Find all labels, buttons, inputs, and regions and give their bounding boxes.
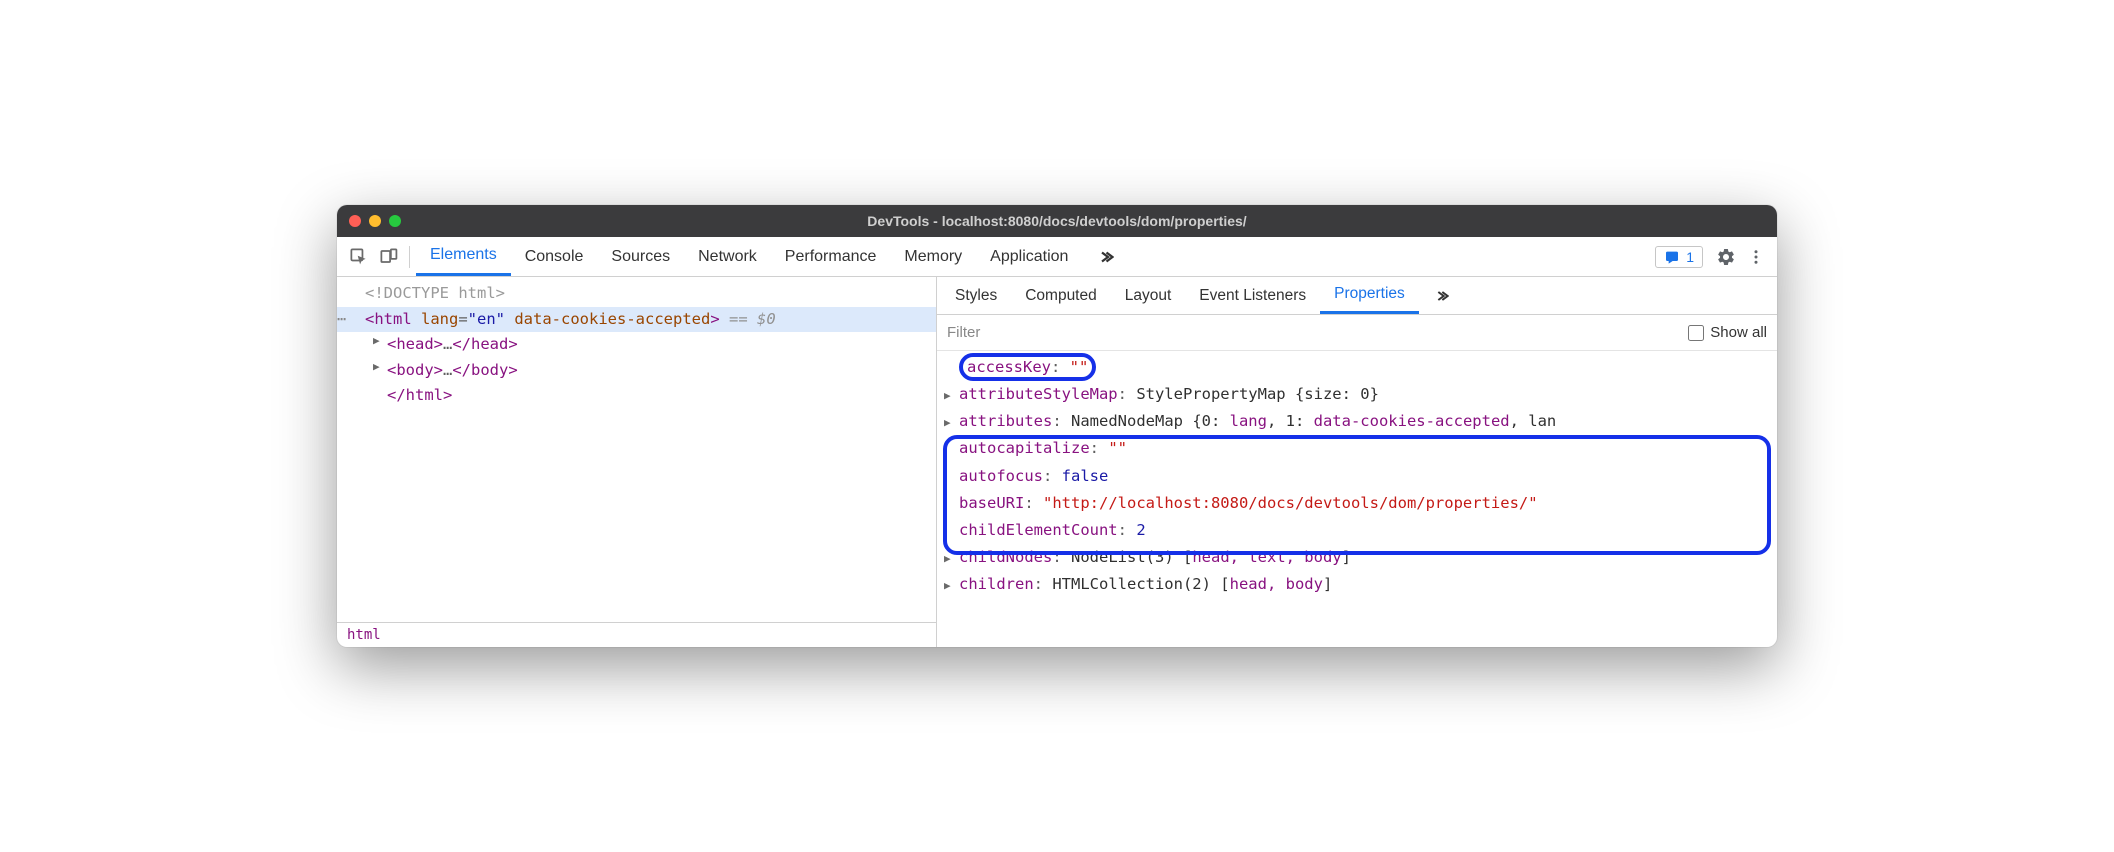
dom-doctype[interactable]: <!DOCTYPE html> [337, 281, 936, 307]
settings-icon[interactable] [1711, 242, 1741, 272]
tab-properties[interactable]: Properties [1320, 277, 1419, 314]
separator [409, 246, 410, 268]
more-sidebar-tabs-icon[interactable] [1419, 277, 1463, 314]
issues-count: 1 [1686, 249, 1694, 265]
breadcrumb[interactable]: html [337, 622, 936, 647]
issues-badge[interactable]: 1 [1655, 246, 1703, 268]
panes: <!DOCTYPE html> ⋯ <html lang="en" data-c… [337, 277, 1777, 647]
sidebar-tabs: Styles Computed Layout Event Listeners P… [937, 277, 1777, 315]
disclosure-icon[interactable]: ▶ [944, 386, 951, 405]
prop-attributestylemap[interactable]: ▶attributeStyleMap: StylePropertyMap {si… [937, 381, 1777, 408]
inspect-element-icon[interactable] [343, 242, 373, 272]
filter-row: Show all [937, 315, 1777, 351]
tab-network[interactable]: Network [684, 237, 771, 276]
tab-sources[interactable]: Sources [597, 237, 684, 276]
properties-list[interactable]: accessKey: "" ▶attributeStyleMap: StyleP… [937, 351, 1777, 647]
show-all-checkbox[interactable] [1688, 325, 1704, 341]
main-toolbar: Elements Console Sources Network Perform… [337, 237, 1777, 277]
prop-attributes[interactable]: ▶attributes: NamedNodeMap {0: lang, 1: d… [937, 408, 1777, 435]
prop-baseuri[interactable]: baseURI: "http://localhost:8080/docs/dev… [937, 490, 1777, 517]
prop-accesskey[interactable]: accessKey: "" [937, 353, 1777, 381]
device-toolbar-icon[interactable] [373, 242, 403, 272]
dom-pane: <!DOCTYPE html> ⋯ <html lang="en" data-c… [337, 277, 937, 647]
dom-head[interactable]: ▶<head>…</head> [337, 332, 936, 358]
more-tabs-icon[interactable] [1082, 237, 1128, 276]
disclosure-icon[interactable]: ▶ [944, 413, 951, 432]
maximize-window-button[interactable] [389, 215, 401, 227]
prop-autofocus[interactable]: autofocus: false [937, 463, 1777, 490]
dom-body[interactable]: ▶<body>…</body> [337, 358, 936, 384]
tab-performance[interactable]: Performance [771, 237, 891, 276]
filter-input[interactable] [947, 324, 1688, 341]
dom-html-close[interactable]: </html> [337, 383, 936, 409]
show-all-label: Show all [1710, 324, 1767, 341]
prop-childelementcount[interactable]: childElementCount: 2 [937, 517, 1777, 544]
tab-styles[interactable]: Styles [941, 277, 1011, 314]
traffic-lights [349, 215, 401, 227]
dom-tree[interactable]: <!DOCTYPE html> ⋯ <html lang="en" data-c… [337, 277, 936, 622]
close-window-button[interactable] [349, 215, 361, 227]
window-title: DevTools - localhost:8080/docs/devtools/… [337, 213, 1777, 229]
tab-memory[interactable]: Memory [890, 237, 976, 276]
tab-event-listeners[interactable]: Event Listeners [1185, 277, 1320, 314]
tab-computed[interactable]: Computed [1011, 277, 1111, 314]
disclosure-icon[interactable]: ▶ [373, 332, 380, 350]
prop-autocapitalize[interactable]: autocapitalize: "" [937, 435, 1777, 462]
tab-elements[interactable]: Elements [416, 237, 511, 276]
prop-children[interactable]: ▶children: HTMLCollection(2) [head, body… [937, 571, 1777, 598]
sidebar-pane: Styles Computed Layout Event Listeners P… [937, 277, 1777, 647]
titlebar: DevTools - localhost:8080/docs/devtools/… [337, 205, 1777, 237]
disclosure-icon[interactable]: ▶ [944, 576, 951, 595]
show-all-toggle[interactable]: Show all [1688, 324, 1767, 341]
dom-html-open[interactable]: ⋯ <html lang="en" data-cookies-accepted>… [337, 307, 936, 333]
tab-layout[interactable]: Layout [1111, 277, 1186, 314]
minimize-window-button[interactable] [369, 215, 381, 227]
disclosure-icon[interactable]: ▶ [944, 549, 951, 568]
prop-childnodes[interactable]: ▶childNodes: NodeList(3) [head, text, bo… [937, 544, 1777, 571]
devtools-window: DevTools - localhost:8080/docs/devtools/… [337, 205, 1777, 647]
kebab-menu-icon[interactable] [1741, 242, 1771, 272]
tab-console[interactable]: Console [511, 237, 598, 276]
tab-application[interactable]: Application [976, 237, 1082, 276]
disclosure-icon[interactable]: ▶ [373, 358, 380, 376]
ellipsis-icon: ⋯ [337, 307, 346, 333]
